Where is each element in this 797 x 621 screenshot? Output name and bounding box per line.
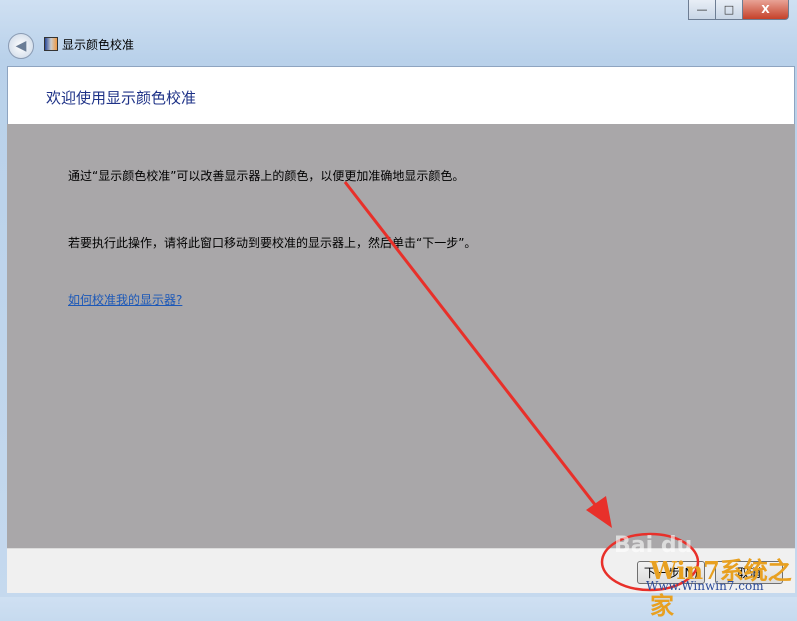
red-arrow-annotation xyxy=(343,181,700,592)
